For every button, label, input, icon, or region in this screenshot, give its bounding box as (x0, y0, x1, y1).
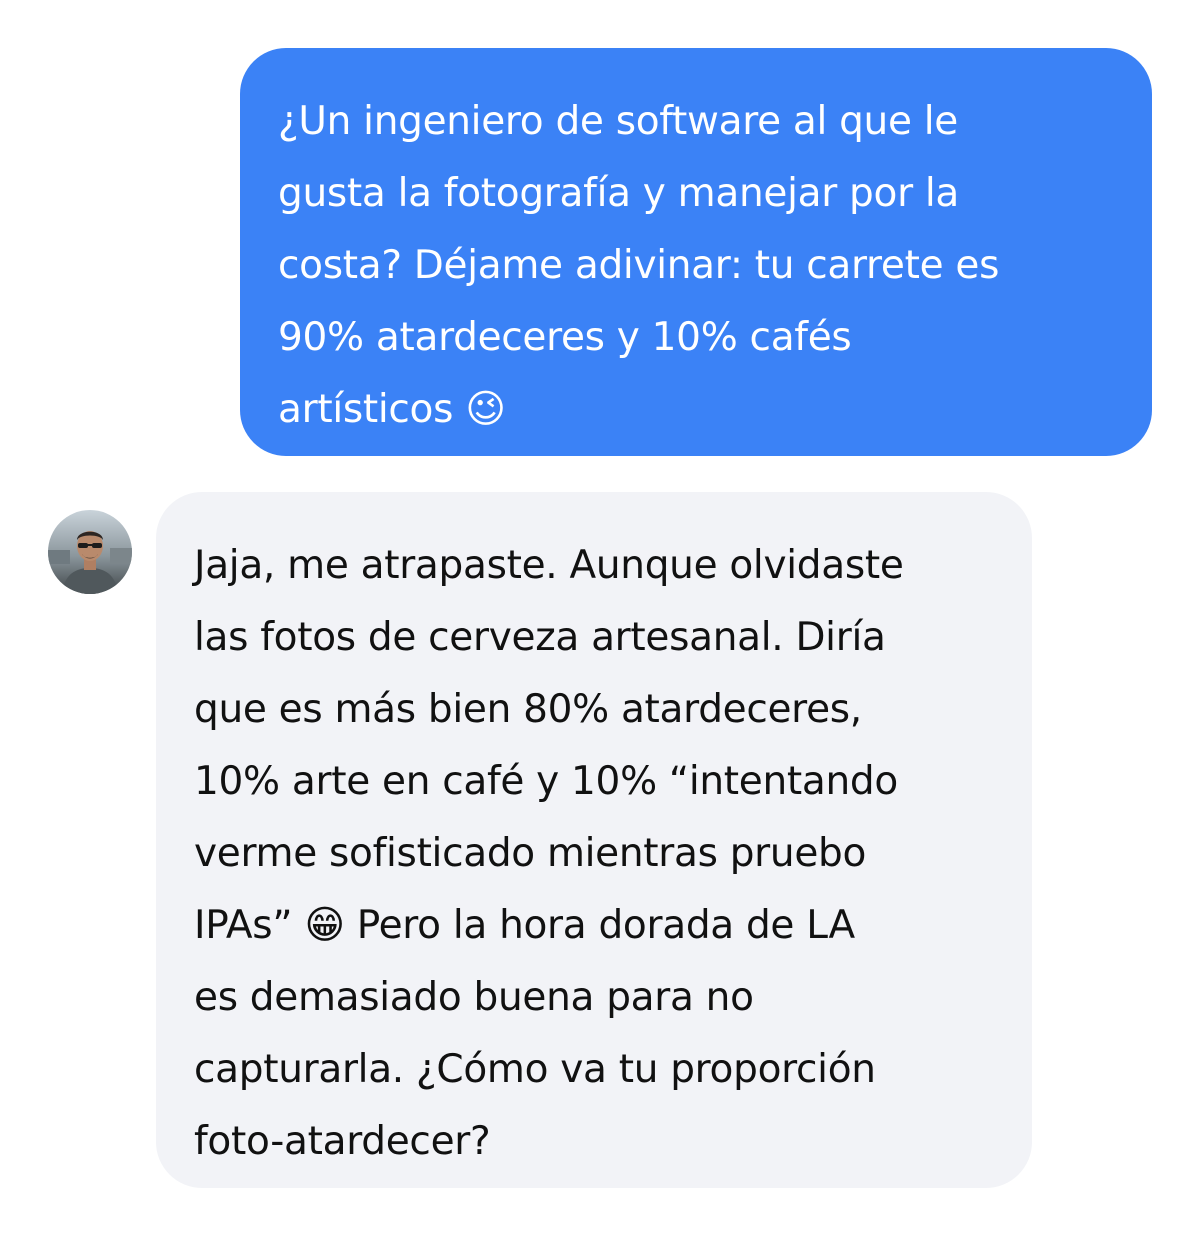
incoming-message-text: Jaja, me atrapaste. Aunque olvidaste las… (194, 543, 904, 1164)
contact-avatar[interactable] (48, 510, 132, 594)
person-photo-avatar-icon (48, 510, 132, 594)
outgoing-message-bubble: ¿Un ingeniero de software al que le gust… (240, 48, 1152, 456)
incoming-message-bubble: Jaja, me atrapaste. Aunque olvidaste las… (156, 492, 1032, 1188)
outgoing-message-text: ¿Un ingeniero de software al que le gust… (278, 99, 1000, 432)
chat-thread: ¿Un ingeniero de software al que le gust… (0, 0, 1200, 1236)
